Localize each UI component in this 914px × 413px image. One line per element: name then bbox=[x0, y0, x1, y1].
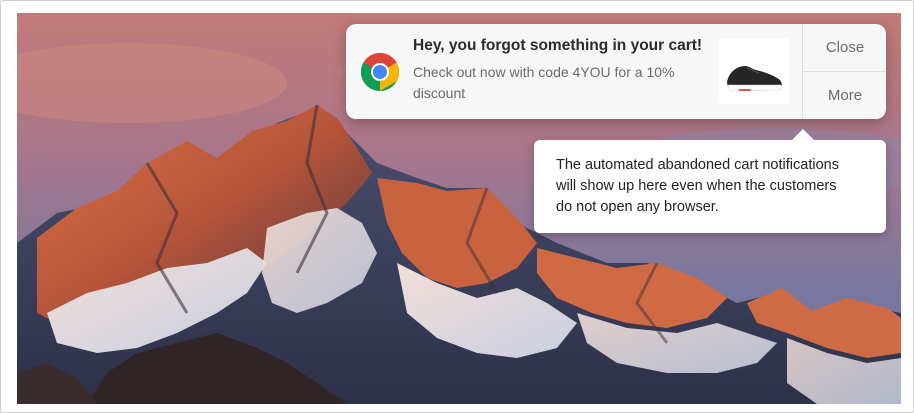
push-notification[interactable]: Hey, you forgot something in your cart! … bbox=[346, 24, 886, 119]
sneaker-image bbox=[719, 38, 789, 104]
callout-text: The automated abandoned cart notificatio… bbox=[556, 155, 876, 218]
callout-line: will show up here even when the customer… bbox=[556, 178, 837, 194]
notification-actions: Close More bbox=[802, 24, 886, 119]
callout-line: do not open any browser. bbox=[556, 199, 719, 215]
notification-body-line: discount bbox=[413, 85, 466, 101]
chrome-icon bbox=[360, 52, 400, 92]
explanation-callout: The automated abandoned cart notificatio… bbox=[534, 129, 886, 233]
more-button[interactable]: More bbox=[803, 72, 886, 119]
close-button[interactable]: Close bbox=[803, 24, 886, 72]
notification-body: Check out now with code 4YOU for a 10% d… bbox=[413, 62, 713, 104]
notification-title: Hey, you forgot something in your cart! bbox=[413, 37, 703, 54]
screenshot-frame: Hey, you forgot something in your cart! … bbox=[0, 0, 914, 413]
notification-body-line: Check out now with code 4YOU for a 10% bbox=[413, 64, 675, 80]
callout-line: The automated abandoned cart notificatio… bbox=[556, 157, 839, 173]
